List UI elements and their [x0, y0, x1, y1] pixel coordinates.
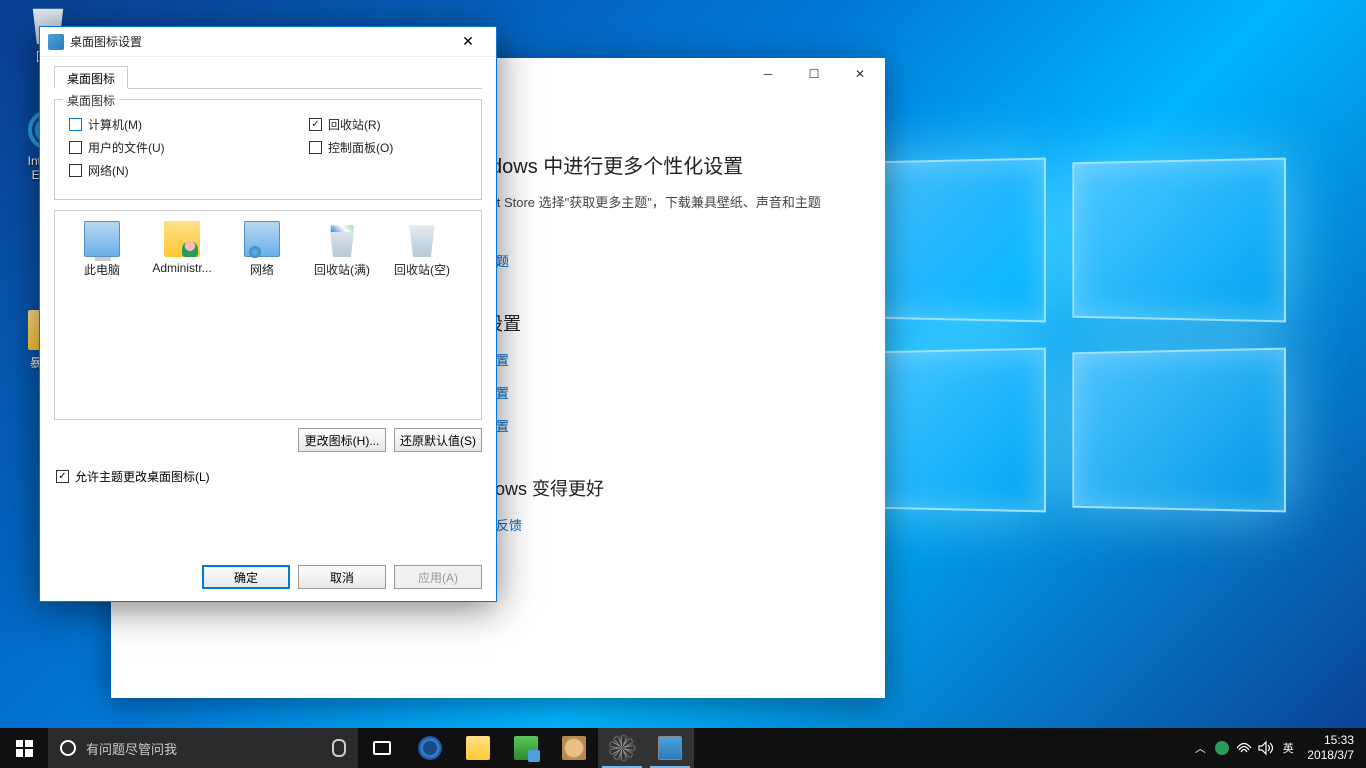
display-icon	[658, 736, 682, 760]
cortana-search[interactable]: 有问题尽管问我	[48, 728, 358, 768]
preview-label: 此电脑	[84, 263, 120, 277]
minimize-button[interactable]: ─	[745, 59, 791, 89]
mic-icon[interactable]	[332, 739, 346, 757]
preview-item-recycle-empty[interactable]: 回收站(空)	[385, 221, 459, 278]
tray-security-icon[interactable]	[1211, 728, 1233, 768]
preview-label: 网络	[250, 263, 274, 277]
taskbar-app-edge[interactable]	[406, 728, 454, 768]
apply-button: 应用(A)	[394, 565, 482, 589]
checkbox-allow-themes[interactable]: 允许主题更改桌面图标(L)	[56, 468, 480, 485]
clock-time: 15:33	[1307, 733, 1354, 748]
edge-icon	[418, 736, 442, 760]
cancel-button[interactable]: 取消	[298, 565, 386, 589]
paint-icon	[562, 736, 586, 760]
vm-icon	[514, 736, 538, 760]
dialog-titlebar[interactable]: 桌面图标设置 ✕	[40, 27, 496, 57]
checkbox-user-files[interactable]: 用户的文件(U)	[69, 139, 209, 156]
icon-preview-list[interactable]: 此电脑 Administr... 网络 回收站(满) 回收站(空)	[54, 210, 482, 420]
groupbox-desktop-icons: 桌面图标 计算机(M) 回收站(R) 用户的文件(U) 控制面板(O) 网络(N…	[54, 99, 482, 200]
tray-overflow-button[interactable]: ︿	[1189, 728, 1211, 768]
close-button[interactable]: ✕	[448, 28, 488, 56]
preview-item-this-pc[interactable]: 此电脑	[65, 221, 139, 278]
desktop-icon-settings-dialog: 桌面图标设置 ✕ 桌面图标 桌面图标 计算机(M) 回收站(R) 用户的文件(U…	[39, 26, 497, 602]
checkbox-network[interactable]: 网络(N)	[69, 162, 209, 179]
checkbox-label: 控制面板(O)	[328, 139, 393, 156]
preview-item-recycle-full[interactable]: 回收站(满)	[305, 221, 379, 278]
taskbar-app-paint[interactable]	[550, 728, 598, 768]
cortana-icon	[60, 740, 76, 756]
checkbox-label: 回收站(R)	[328, 116, 381, 133]
search-placeholder: 有问题尽管问我	[86, 739, 322, 758]
dialog-icon	[48, 34, 64, 50]
taskbar-app-explorer[interactable]	[454, 728, 502, 768]
maximize-button[interactable]: ☐	[791, 59, 837, 89]
checkbox-label: 用户的文件(U)	[88, 139, 165, 156]
gear-icon	[610, 736, 634, 760]
tray-network-icon[interactable]	[1233, 728, 1255, 768]
preview-label: 回收站(空)	[394, 263, 450, 277]
task-view-button[interactable]	[358, 728, 406, 768]
groupbox-label: 桌面图标	[63, 92, 119, 109]
taskbar-app-display[interactable]	[646, 728, 694, 768]
checkbox-label: 允许主题更改桌面图标(L)	[75, 468, 210, 485]
ok-button[interactable]: 确定	[202, 565, 290, 589]
network-icon	[244, 221, 280, 257]
dialog-title: 桌面图标设置	[70, 33, 448, 50]
close-button[interactable]: ✕	[837, 59, 883, 89]
checkbox-label: 网络(N)	[88, 162, 129, 179]
recycle-full-icon	[324, 221, 360, 257]
preview-item-user[interactable]: Administr...	[145, 221, 219, 275]
user-folder-icon	[164, 221, 200, 257]
file-explorer-icon	[466, 736, 490, 760]
taskbar-clock[interactable]: 15:33 2018/3/7	[1299, 733, 1362, 763]
preview-label: 回收站(满)	[314, 263, 370, 277]
clock-date: 2018/3/7	[1307, 748, 1354, 763]
windows-icon	[16, 740, 33, 757]
ime-indicator[interactable]: 英	[1277, 728, 1299, 768]
start-button[interactable]	[0, 728, 48, 768]
restore-defaults-button[interactable]: 还原默认值(S)	[394, 428, 482, 452]
change-icon-button[interactable]: 更改图标(H)...	[298, 428, 386, 452]
tray-volume-icon[interactable]	[1255, 728, 1277, 768]
preview-item-network[interactable]: 网络	[225, 221, 299, 278]
checkbox-control-panel[interactable]: 控制面板(O)	[309, 139, 449, 156]
taskbar-app-settings[interactable]	[598, 728, 646, 768]
task-view-icon	[373, 741, 391, 755]
preview-label: Administr...	[152, 261, 211, 275]
taskbar: 有问题尽管问我 ︿ 英 15:33 2018/3/7	[0, 728, 1366, 768]
recycle-empty-icon	[404, 221, 440, 257]
tab-desktop-icons[interactable]: 桌面图标	[54, 66, 128, 89]
system-tray: ︿ 英 15:33 2018/3/7	[1189, 728, 1366, 768]
windows-logo-bg	[826, 160, 1306, 520]
this-pc-icon	[84, 221, 120, 257]
checkbox-computer[interactable]: 计算机(M)	[69, 116, 209, 133]
checkbox-label: 计算机(M)	[88, 116, 142, 133]
checkbox-recycle-bin[interactable]: 回收站(R)	[309, 116, 449, 133]
tab-strip: 桌面图标	[54, 65, 482, 89]
taskbar-app-vm[interactable]	[502, 728, 550, 768]
